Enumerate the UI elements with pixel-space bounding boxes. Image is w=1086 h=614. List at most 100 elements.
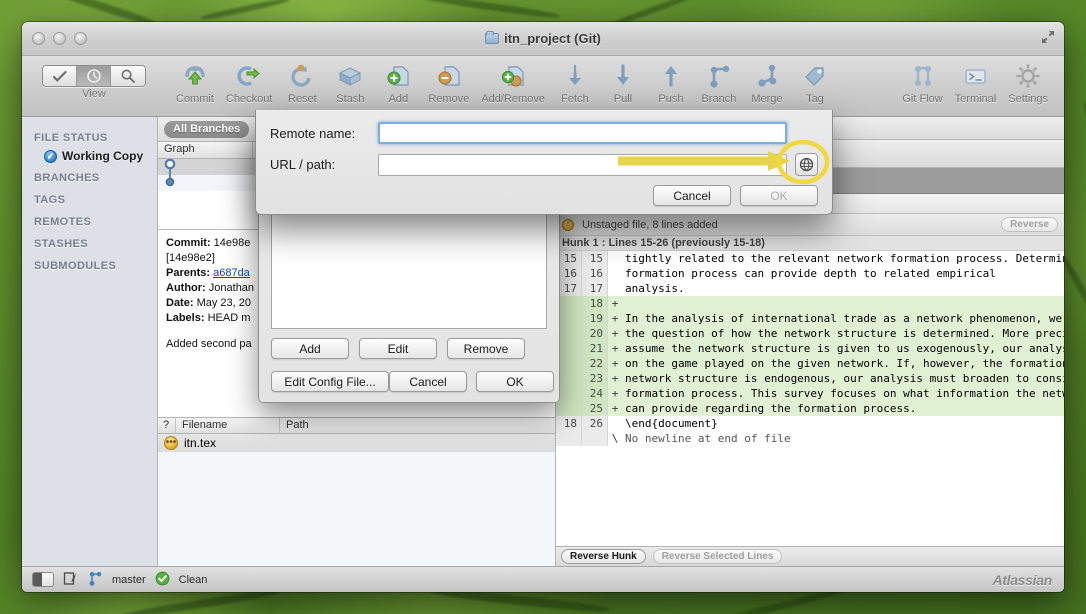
date-value: May 23, 20 xyxy=(196,297,251,309)
author-label: Author: xyxy=(166,282,206,294)
toolbar-button-pull[interactable]: Pull xyxy=(599,60,647,105)
remove-remote-button[interactable]: Remove xyxy=(447,338,525,359)
diff-code-area[interactable]: 15 15 tightly related to the relevant netw… xyxy=(556,251,1064,546)
toolbar-button-reset[interactable]: Reset xyxy=(278,60,326,105)
view-label: View xyxy=(82,88,106,100)
toolbar-button-merge[interactable]: Merge xyxy=(743,60,791,105)
sheet-ok-button[interactable]: OK xyxy=(740,185,818,206)
toolbar-button-checkout[interactable]: Checkout xyxy=(220,60,278,105)
diff-line[interactable]: 21 + assume the network structure is given… xyxy=(556,341,1064,356)
branch-icon xyxy=(704,60,734,92)
diff-line-mark: + xyxy=(611,357,619,370)
toolbar-button-git-flow[interactable]: Git Flow xyxy=(896,60,948,105)
gear-icon xyxy=(1013,60,1043,92)
sidebar-item-label: Working Copy xyxy=(62,149,144,163)
diff-line[interactable]: 23 + network structure is endogenous, our … xyxy=(556,371,1064,386)
push-icon xyxy=(656,60,686,92)
toolbar-button-add-remove[interactable]: Add/Remove xyxy=(475,60,551,105)
diff-line-new: 18 xyxy=(582,296,608,311)
diff-line[interactable]: 16 16 formation process can provide depth … xyxy=(556,266,1064,281)
file-column-path[interactable]: Path xyxy=(280,418,555,433)
toolbar-label-remove: Remove xyxy=(428,93,470,105)
remotes-action-buttons: Add Edit Remove xyxy=(271,338,547,359)
sidebar-section-remotes[interactable]: REMOTES xyxy=(22,209,157,231)
diff-line-text: on the game played on the given network.… xyxy=(625,357,1064,370)
url-path-input[interactable] xyxy=(378,153,787,176)
diff-line[interactable]: 24 + formation process. This survey focuse… xyxy=(556,386,1064,401)
diff-line[interactable]: 25 + can provide regarding the formation p… xyxy=(556,401,1064,416)
file-column-filename[interactable]: Filename xyxy=(176,418,280,433)
diff-line-text: the question of how the network structur… xyxy=(625,327,1064,340)
diff-line-new: 25 xyxy=(582,401,608,416)
branch-filter-dropdown[interactable]: All Branches xyxy=(164,120,250,138)
globe-icon[interactable] xyxy=(795,153,818,176)
diff-line-new: 22 xyxy=(582,356,608,371)
diff-line[interactable]: 18 26 \end{document} xyxy=(556,416,1064,431)
edit-icon[interactable] xyxy=(63,571,78,589)
diff-line-text: formation process can provide depth to r… xyxy=(625,267,996,280)
remotes-ok-button[interactable]: OK xyxy=(476,371,554,392)
toolbar-button-commit[interactable]: Commit xyxy=(170,60,220,105)
reverse-button[interactable]: Reverse xyxy=(1001,217,1058,232)
add-remote-sheet: Remote name: URL / path: Cancel OK xyxy=(255,110,833,215)
diff-line[interactable]: 15 15 tightly related to the relevant netw… xyxy=(556,251,1064,266)
date-label: Date: xyxy=(166,297,194,309)
toolbar-button-terminal[interactable]: Terminal xyxy=(949,60,1003,105)
toolbar-button-tag[interactable]: Tag xyxy=(791,60,839,105)
diff-line[interactable]: 18 + xyxy=(556,296,1064,311)
terminal-icon xyxy=(960,60,990,92)
minimize-button[interactable] xyxy=(53,32,66,45)
add-remote-button[interactable]: Add xyxy=(271,338,349,359)
parent-hash-link[interactable]: a687da xyxy=(213,267,250,279)
toolbar-button-branch[interactable]: Branch xyxy=(695,60,743,105)
toolbar-button-add[interactable]: Add xyxy=(374,60,422,105)
branch-name[interactable]: master xyxy=(112,574,146,586)
sheet-cancel-button[interactable]: Cancel xyxy=(653,185,731,206)
toolbar-button-push[interactable]: Push xyxy=(647,60,695,105)
edit-remote-button[interactable]: Edit xyxy=(359,338,437,359)
reverse-hunk-button[interactable]: Reverse Hunk xyxy=(561,549,646,564)
view-segment-search-icon[interactable] xyxy=(111,66,145,86)
table-row[interactable]: ••• itn.tex xyxy=(158,434,555,452)
author-value: Jonathan xyxy=(208,282,255,294)
sidebar: FILE STATUS ✓ Working Copy BRANCHES TAGS… xyxy=(22,117,158,566)
checkout-icon xyxy=(234,60,264,92)
view-segmented-control[interactable] xyxy=(42,65,146,87)
toolbar-button-remove[interactable]: Remove xyxy=(422,60,475,105)
diff-line[interactable]: 20 + the question of how the network struc… xyxy=(556,326,1064,341)
sidebar-section-branches[interactable]: BRANCHES xyxy=(22,165,157,187)
diff-line[interactable]: 19 + In the analysis of international trad… xyxy=(556,311,1064,326)
sidebar-item-working-copy[interactable]: ✓ Working Copy xyxy=(22,147,157,165)
diff-line[interactable]: 17 17 analysis. xyxy=(556,281,1064,296)
fullscreen-icon[interactable] xyxy=(1040,29,1056,45)
log-column-graph[interactable]: Graph xyxy=(158,142,253,158)
toggle-sidebar-icon[interactable] xyxy=(32,572,54,587)
diff-line[interactable]: 22 + on the game played on the given netwo… xyxy=(556,356,1064,371)
view-segment-clock-icon[interactable] xyxy=(77,66,111,86)
sidebar-section-submodules[interactable]: SUBMODULES xyxy=(22,253,157,275)
labels-label: Labels: xyxy=(166,312,205,324)
diff-line-mark: \ xyxy=(611,432,619,445)
window-title-text: itn_project (Git) xyxy=(504,31,601,46)
view-segment-checkmark-icon[interactable] xyxy=(43,66,77,86)
window-traffic-lights[interactable] xyxy=(32,32,87,45)
edit-config-file-button[interactable]: Edit Config File... xyxy=(271,371,389,392)
diff-line-text: formation process. This survey focuses o… xyxy=(625,387,1064,400)
file-list-empty-area xyxy=(158,452,555,566)
close-button[interactable] xyxy=(32,32,45,45)
sidebar-section-tags[interactable]: TAGS xyxy=(22,187,157,209)
zoom-button[interactable] xyxy=(74,32,87,45)
toolbar-button-settings[interactable]: Settings xyxy=(1002,60,1054,105)
remotes-cancel-button[interactable]: Cancel xyxy=(389,371,467,392)
diff-line-new: 16 xyxy=(582,266,608,281)
remote-name-input[interactable] xyxy=(378,122,787,144)
sidebar-section-stashes[interactable]: STASHES xyxy=(22,231,157,253)
diff-line-text: No newline at end of file xyxy=(625,432,791,445)
diff-line-new: 20 xyxy=(582,326,608,341)
toolbar-button-fetch[interactable]: Fetch xyxy=(551,60,599,105)
toolbar-button-stash[interactable]: Stash xyxy=(326,60,374,105)
diff-line-text: network structure is endogenous, our ana… xyxy=(625,372,1064,385)
toolbar-label-settings: Settings xyxy=(1008,93,1048,105)
reverse-selected-lines-button[interactable]: Reverse Selected Lines xyxy=(652,549,783,564)
file-column-status[interactable]: ? xyxy=(158,418,176,433)
